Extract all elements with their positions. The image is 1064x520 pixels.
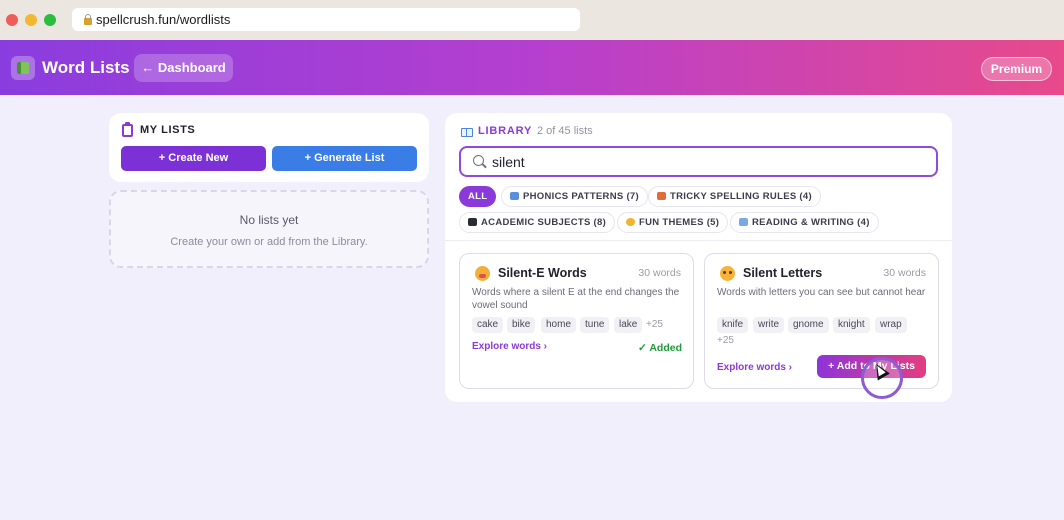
filter-tricky-spelling-rules[interactable]: TRICKY SPELLING RULES (4) [648, 186, 821, 207]
filter-phonics-patterns[interactable]: PHONICS PATTERNS (7) [501, 186, 648, 207]
smiley-icon [626, 218, 635, 226]
card-word-count: 30 words [883, 267, 926, 279]
graduation-cap-icon [468, 218, 477, 226]
word-tag: bike [507, 317, 536, 333]
card-word-count: 30 words [638, 267, 681, 279]
card-title: Silent-E Words [498, 266, 587, 280]
url-text: spellcrush.fun/wordlists [96, 12, 231, 27]
word-list-card-silent-letters[interactable]: Silent Letters 30 words Words with lette… [704, 253, 939, 389]
generate-list-button[interactable]: + Generate List [272, 146, 417, 171]
explore-words-link[interactable]: Explore words › [717, 362, 792, 373]
word-tag: wrap [875, 317, 907, 333]
library-count: 2 of 45 lists [537, 125, 593, 137]
divider [445, 240, 952, 241]
empty-lists-placeholder: No lists yet Create your own or add from… [109, 190, 429, 268]
card-description: Words where a silent E at the end change… [472, 287, 680, 311]
book-icon [11, 56, 35, 80]
word-tag: gnome [788, 317, 829, 333]
word-tag: cake [472, 317, 504, 333]
library-heading: LIBRARY [478, 125, 533, 137]
word-tag: tune [580, 317, 610, 333]
empty-title: No lists yet [239, 213, 299, 227]
added-status: ✓ Added [638, 342, 682, 354]
word-tag: write [753, 317, 785, 333]
filter-label: TRICKY SPELLING RULES (4) [670, 191, 812, 202]
shushing-face-icon [475, 266, 490, 281]
premium-button[interactable]: Premium [981, 57, 1052, 81]
word-tag: home [541, 317, 577, 333]
my-lists-heading: MY LISTS [140, 124, 196, 136]
more-words-count: +25 [717, 335, 734, 346]
card-title: Silent Letters [743, 266, 823, 280]
book-icon [739, 218, 748, 226]
lock-icon [83, 14, 93, 25]
close-window-button[interactable] [6, 14, 18, 26]
filter-label: READING & WRITING (4) [752, 217, 870, 228]
word-tag: knife [717, 317, 749, 333]
pencil-icon [657, 192, 666, 200]
word-tag: lake [614, 317, 643, 333]
filter-label: ACADEMIC SUBJECTS (8) [481, 217, 607, 228]
minimize-window-button[interactable] [25, 14, 37, 26]
filter-reading-writing[interactable]: READING & WRITING (4) [730, 212, 879, 233]
empty-subtitle: Create your own or add from the Library. [170, 236, 368, 248]
open-book-icon [461, 128, 473, 137]
create-new-button[interactable]: + Create New [121, 146, 266, 171]
filter-all[interactable]: ALL [459, 186, 497, 207]
filter-label: FUN THEMES (5) [639, 217, 720, 228]
filter-academic-subjects[interactable]: ACADEMIC SUBJECTS (8) [459, 212, 616, 233]
filter-fun-themes[interactable]: FUN THEMES (5) [617, 212, 729, 233]
maximize-window-button[interactable] [44, 14, 56, 26]
filter-label: PHONICS PATTERNS (7) [523, 191, 639, 202]
clipboard-icon [122, 122, 133, 137]
search-box [459, 146, 938, 177]
page-title: Word Lists [42, 58, 130, 77]
word-tag: knight [833, 317, 870, 333]
dashboard-button[interactable]: ← Dashboard [134, 54, 233, 82]
browser-chrome: spellcrush.fun/wordlists [0, 0, 1064, 40]
search-input[interactable] [492, 152, 912, 172]
my-lists-panel: MY LISTS + Create New + Generate List [109, 113, 429, 182]
card-description: Words with letters you can see but canno… [717, 287, 926, 298]
explore-words-link[interactable]: Explore words › [472, 341, 547, 352]
word-list-card-silent-e[interactable]: Silent-E Words 30 words Words where a si… [459, 253, 694, 389]
abc-icon [510, 192, 519, 200]
eyes-face-icon [720, 266, 735, 281]
search-icon [473, 155, 484, 166]
address-bar[interactable]: spellcrush.fun/wordlists [72, 8, 580, 31]
more-words-count: +25 [646, 319, 663, 330]
